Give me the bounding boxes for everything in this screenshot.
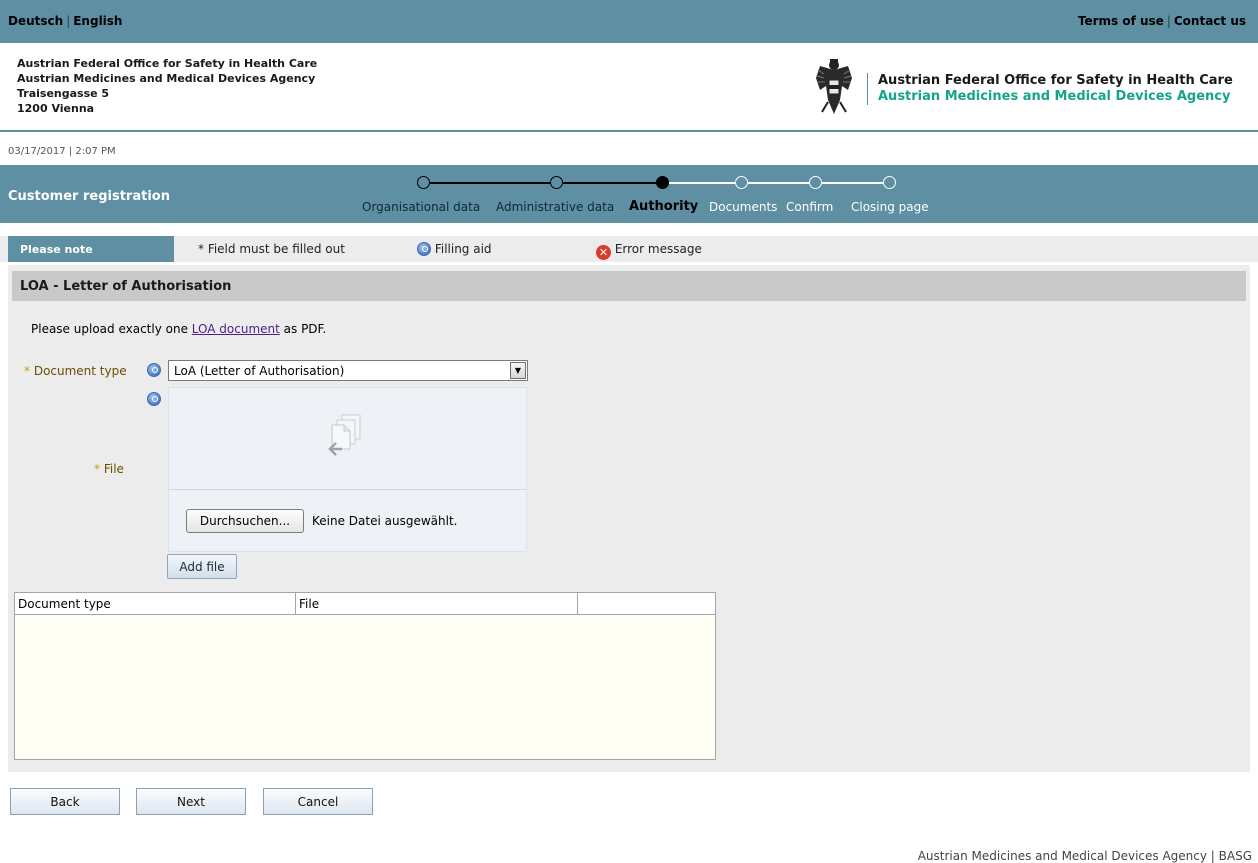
chevron-down-icon[interactable]: ▼ xyxy=(510,362,526,379)
progress-line xyxy=(822,182,890,184)
file-upload-icon xyxy=(328,414,361,456)
progress-line xyxy=(430,182,556,184)
drop-zone-divider xyxy=(169,489,526,490)
address-line: 1200 Vienna xyxy=(17,102,95,115)
language-separator: | xyxy=(66,14,71,28)
loa-document-link[interactable]: LOA document xyxy=(192,322,280,336)
logo-divider xyxy=(867,73,868,105)
intro-text-start: Please upload exactly one xyxy=(31,322,192,336)
column-header-file[interactable]: File xyxy=(296,593,578,615)
step-label-organisational: Organisational data xyxy=(362,200,481,214)
step-dot-documents xyxy=(735,176,748,189)
filling-aid-legend: Filling aid xyxy=(417,242,492,256)
language-english-link[interactable]: English xyxy=(73,14,122,28)
file-label-text: File xyxy=(103,462,124,476)
step-dot-organisational xyxy=(417,176,430,189)
add-file-button[interactable]: Add file xyxy=(167,554,237,579)
step-label-confirm: Confirm xyxy=(786,200,834,214)
document-type-select[interactable]: LoA (Letter of Authorisation) ▼ xyxy=(168,360,528,381)
step-label-authority: Authority xyxy=(629,199,699,214)
intro-text-end: as PDF. xyxy=(279,322,327,336)
file-drop-zone[interactable]: Durchsuchen... Keine Datei ausgewählt. xyxy=(168,387,527,552)
step-label-documents: Documents xyxy=(709,200,778,214)
address-line: Austrian Medicines and Medical Devices A… xyxy=(17,72,316,85)
filling-aid-text: Filling aid xyxy=(434,242,492,256)
step-label-administrative: Administrative data xyxy=(496,200,615,214)
document-type-value: LoA (Letter of Authorisation) xyxy=(174,364,345,378)
cancel-button[interactable]: Cancel xyxy=(263,788,373,815)
progress-line xyxy=(669,182,741,184)
step-label-closing: Closing page xyxy=(851,200,929,214)
section-title: LOA - Letter of Authorisation xyxy=(12,271,1246,301)
required-marker: * xyxy=(24,364,30,378)
document-type-help-icon[interactable] xyxy=(147,363,161,377)
office-address: Austrian Federal Office for Safety in He… xyxy=(17,56,317,116)
browse-button[interactable]: Durchsuchen... xyxy=(186,509,304,533)
top-links: Terms of use | Contact us xyxy=(1078,14,1246,28)
next-button[interactable]: Next xyxy=(136,788,246,815)
please-note-label: Please note xyxy=(8,236,174,262)
progress-line xyxy=(563,182,663,184)
footer-text: Austrian Medicines and Medical Devices A… xyxy=(917,849,1252,863)
documents-table: Document type File xyxy=(14,592,716,760)
table-header: Document type File xyxy=(15,593,715,615)
terms-of-use-link[interactable]: Terms of use xyxy=(1078,14,1164,28)
step-dot-administrative xyxy=(550,176,563,189)
agency-logo-text: Austrian Federal Office for Safety in He… xyxy=(878,73,1233,105)
progress-line xyxy=(748,182,816,184)
current-datetime: 03/17/2017 | 2:07 PM xyxy=(8,146,116,157)
logo-line-2: Austrian Medicines and Medical Devices A… xyxy=(878,89,1231,104)
contact-us-link[interactable]: Contact us xyxy=(1174,14,1246,28)
error-message-text: Error message xyxy=(614,242,702,256)
required-marker: * xyxy=(94,462,100,476)
column-header-document-type[interactable]: Document type xyxy=(15,593,296,615)
top-bar: Deutsch | English Terms of use | Contact us xyxy=(0,0,1258,43)
document-type-label-text: Document type xyxy=(33,364,127,378)
step-dot-closing xyxy=(883,176,896,189)
required-field-legend: * Field must be filled out xyxy=(198,242,345,256)
step-dot-authority xyxy=(656,176,669,189)
please-note-bar: Please note * Field must be filled out F… xyxy=(0,236,1258,262)
intro-text: Please upload exactly one LOA document a… xyxy=(31,322,326,336)
address-line: Traisengasse 5 xyxy=(17,87,110,100)
document-type-label: * Document type xyxy=(24,364,127,378)
site-header: Austrian Federal Office for Safety in He… xyxy=(0,43,1258,132)
step-dot-confirm xyxy=(809,176,822,189)
language-switcher: Deutsch | English xyxy=(8,14,122,28)
logo-line-1: Austrian Federal Office for Safety in He… xyxy=(878,73,1233,88)
column-header-actions xyxy=(578,593,715,615)
registration-bar: Customer registration Organisational dat… xyxy=(0,165,1258,223)
main-panel: LOA - Letter of Authorisation Please upl… xyxy=(8,265,1250,772)
address-line: Austrian Federal Office for Safety in He… xyxy=(17,57,318,70)
file-label: * File xyxy=(94,462,124,476)
error-icon: ✕ xyxy=(596,245,611,260)
austrian-eagle-icon xyxy=(816,59,852,114)
links-separator: | xyxy=(1166,14,1171,28)
registration-title: Customer registration xyxy=(8,189,170,204)
error-message-legend: ✕ Error message xyxy=(596,242,702,260)
language-deutsch-link[interactable]: Deutsch xyxy=(8,14,63,28)
file-help-icon[interactable] xyxy=(147,392,161,406)
back-button[interactable]: Back xyxy=(10,788,120,815)
info-icon xyxy=(417,242,431,256)
no-file-selected-text: Keine Datei ausgewählt. xyxy=(312,514,458,528)
